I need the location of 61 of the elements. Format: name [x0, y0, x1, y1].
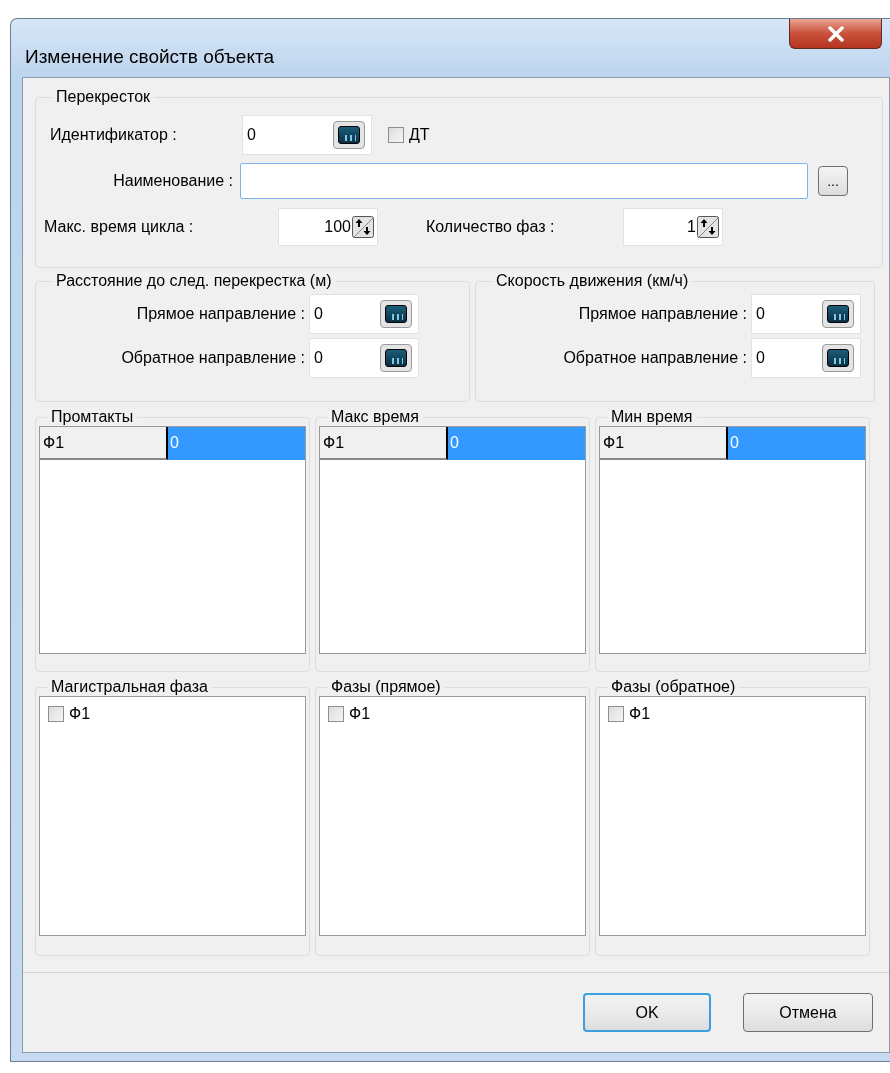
field-label: Количество фаз : [426, 218, 556, 236]
field-label: Обратное направление : [121, 349, 305, 367]
row-header[interactable]: Ф1 [600, 427, 728, 460]
group-title: Расстояние до след. перекрестка (м) [55, 272, 333, 290]
group-title: Фазы (обратное) [610, 678, 737, 696]
calculator-button[interactable] [822, 300, 854, 328]
calculator-icon [385, 349, 407, 367]
group-title: Макс время [330, 408, 420, 426]
calculator-button[interactable] [822, 344, 854, 372]
input-field[interactable]: 0 [751, 338, 861, 378]
checkbox[interactable] [328, 706, 344, 722]
field-label: Обратное направление : [563, 349, 747, 367]
checkbox[interactable] [608, 706, 624, 722]
close-button[interactable] [789, 19, 882, 49]
field-label: Наименование : [112, 172, 233, 190]
spin-arrows-icon[interactable] [352, 216, 374, 238]
spin-field[interactable]: 1 [623, 208, 723, 246]
field-value: 0 [314, 305, 323, 323]
checkbox-label: Ф1 [69, 705, 91, 723]
input-field[interactable] [240, 163, 808, 199]
field-label: Макс. время цикла : [44, 218, 195, 236]
group-title: Фазы (прямое) [330, 678, 442, 696]
calculator-icon [827, 349, 849, 367]
close-icon [825, 25, 846, 42]
group-title: Скорость движения (км/ч) [495, 272, 690, 290]
checkbox-label: Ф1 [629, 705, 651, 723]
browse-button[interactable]: ... [818, 166, 848, 196]
group-title: Промтакты [50, 408, 135, 426]
calculator-icon [338, 126, 360, 144]
calculator-icon [385, 305, 407, 323]
checkbox[interactable] [388, 127, 404, 143]
calculator-button[interactable] [380, 344, 412, 372]
field-label: Прямое направление : [136, 305, 305, 323]
row-header[interactable]: Ф1 [320, 427, 448, 460]
checkbox-label: ДТ [409, 126, 430, 144]
group-title: Перекресток [55, 88, 152, 106]
input-field[interactable]: 0 [751, 294, 861, 334]
field-value: 0 [314, 349, 323, 367]
field-value: 0 [756, 349, 765, 367]
input-field[interactable]: 0 [309, 294, 419, 334]
checkbox[interactable] [48, 706, 64, 722]
checkbox-label: Ф1 [349, 705, 371, 723]
row-header[interactable]: Ф1 [40, 427, 168, 460]
calculator-button[interactable] [333, 121, 365, 149]
field-label: Идентификатор : [50, 126, 178, 144]
field-value: 0 [756, 305, 765, 323]
input-field[interactable]: 0 [242, 115, 372, 155]
group-title: Мин время [610, 408, 694, 426]
calculator-icon [827, 305, 849, 323]
field-value: 1 [687, 218, 696, 236]
input-field[interactable]: 0 [309, 338, 419, 378]
field-label: Прямое направление : [578, 305, 747, 323]
group-title: Магистральная фаза [50, 678, 209, 696]
cancel-button[interactable]: Отмена [743, 993, 873, 1032]
spin-field[interactable]: 100 [278, 208, 378, 246]
field-value: 0 [247, 126, 256, 144]
window-title: Изменение свойств объекта [25, 46, 274, 68]
calculator-button[interactable] [380, 300, 412, 328]
ok-button[interactable]: OK [583, 993, 711, 1032]
spin-arrows-icon[interactable] [697, 216, 719, 238]
field-value: 100 [324, 218, 351, 236]
